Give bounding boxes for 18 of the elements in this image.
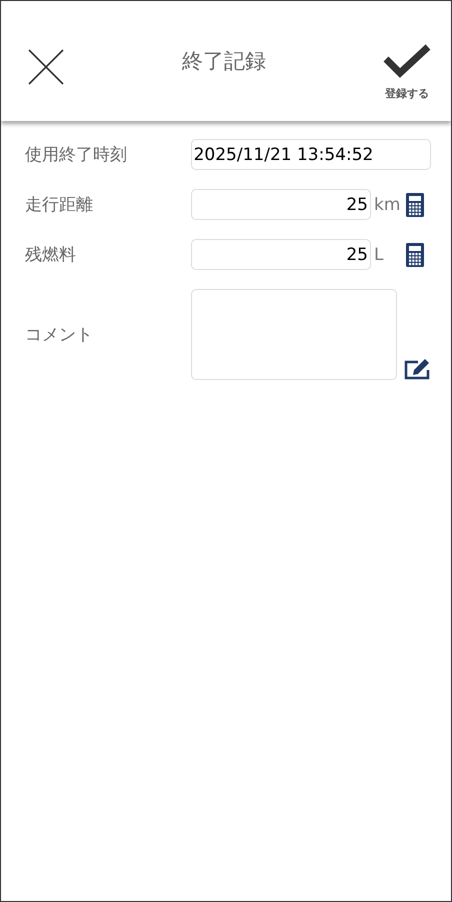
close-icon: [27, 48, 65, 86]
comment-field[interactable]: [191, 289, 397, 380]
check-icon: [383, 44, 431, 78]
calculator-icon[interactable]: [406, 242, 424, 266]
unit-label: L: [374, 244, 384, 264]
field-label: 使用終了時刻: [25, 144, 128, 166]
unit-label: km: [374, 194, 402, 214]
page-title: 終了記録: [182, 48, 266, 75]
datetime-field[interactable]: 2025/11/21 13:54:52: [190, 139, 431, 170]
close-button[interactable]: [27, 48, 65, 86]
number-field[interactable]: 25: [191, 239, 371, 270]
field-label: コメント: [25, 324, 94, 346]
number-field[interactable]: 25: [191, 189, 371, 220]
field-label: 残燃料: [25, 244, 77, 266]
field-label: 走行距離: [25, 194, 94, 216]
edit-icon[interactable]: [404, 358, 430, 380]
calculator-icon[interactable]: [406, 192, 424, 216]
confirm-button[interactable]: 登録する: [383, 44, 431, 100]
